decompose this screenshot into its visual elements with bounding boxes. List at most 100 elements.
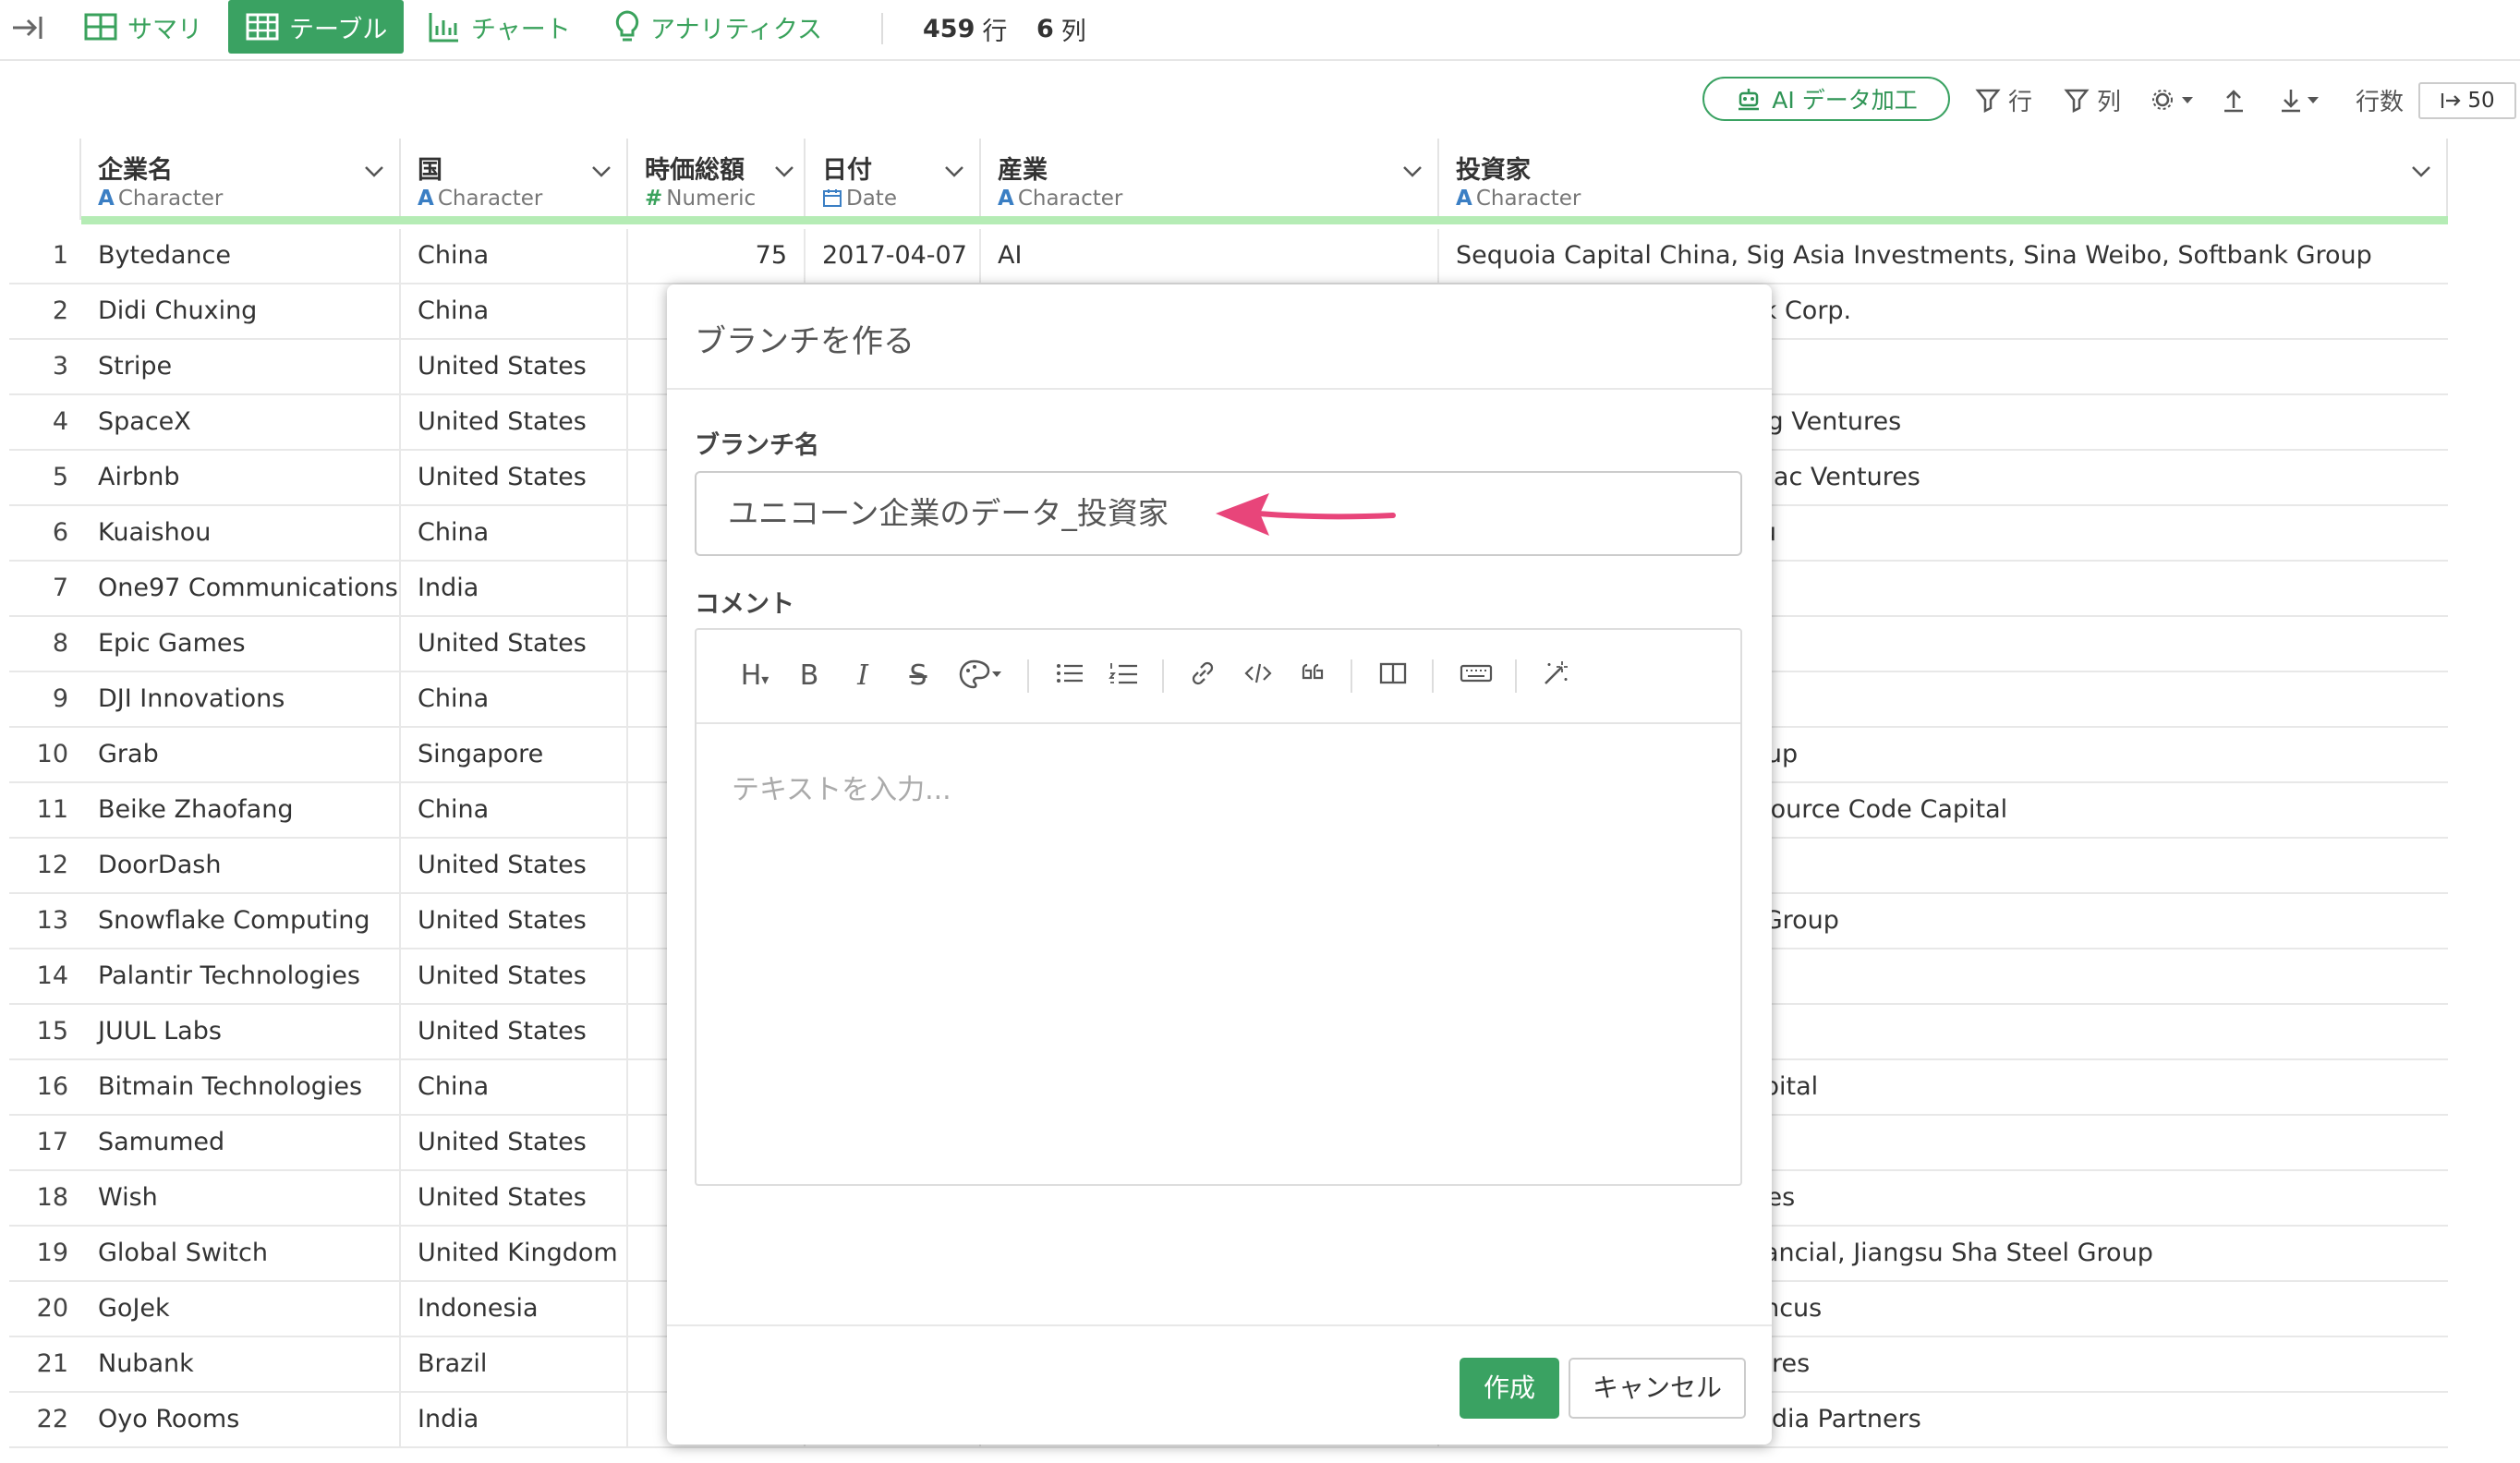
company-cell[interactable]: Samumed	[81, 1116, 401, 1169]
country-cell[interactable]: United States	[401, 1171, 628, 1225]
lightbulb-icon	[613, 9, 641, 44]
rows-per-page-input[interactable]: 50	[2418, 82, 2516, 119]
column-header-industry[interactable]: 産業 A Character	[981, 139, 1439, 220]
filter-col-button[interactable]: 列	[2064, 79, 2121, 120]
table-row[interactable]: 1 Bytedance China 75 2017-04-07 AI Sequoia Cap…	[9, 229, 2448, 284]
heading-dropdown-icon[interactable]: H▾	[732, 658, 778, 695]
country-cell[interactable]: United States	[401, 340, 628, 393]
country-cell[interactable]: United States	[401, 451, 628, 504]
company-cell[interactable]: One97 Communications	[81, 562, 401, 615]
download-dropdown-button[interactable]	[2278, 79, 2324, 120]
tab-chart[interactable]: チャート	[427, 0, 571, 54]
country-cell[interactable]: United States	[401, 617, 628, 671]
color-palette-icon[interactable]	[955, 658, 1007, 695]
chevron-down-icon[interactable]	[772, 159, 796, 183]
country-cell[interactable]: China	[401, 1060, 628, 1114]
country-cell[interactable]: United States	[401, 894, 628, 948]
collapse-sidebar-icon[interactable]	[7, 9, 48, 50]
industry-cell[interactable]: AI	[981, 229, 1439, 283]
bar-chart-icon	[427, 9, 462, 44]
numbered-list-icon[interactable]	[1105, 658, 1142, 695]
country-cell[interactable]: China	[401, 506, 628, 560]
chevron-down-icon[interactable]	[942, 159, 966, 183]
investors-cell[interactable]: Sequoia Capital China, Sig Asia Investme…	[1439, 229, 2448, 283]
country-cell[interactable]: United States	[401, 395, 628, 449]
quote-icon[interactable]	[1295, 658, 1332, 695]
robot-icon	[1739, 89, 1760, 111]
calendar-icon	[823, 189, 842, 207]
company-cell[interactable]: Nubank	[81, 1337, 401, 1391]
row-count-unit: 行	[982, 17, 1008, 46]
company-cell[interactable]: Stripe	[81, 340, 401, 393]
company-cell[interactable]: Wish	[81, 1171, 401, 1225]
chevron-down-icon[interactable]	[1400, 159, 1424, 183]
filter-row-button[interactable]: 行	[1975, 79, 2032, 120]
market-cap-cell[interactable]: 75	[628, 229, 806, 283]
country-cell[interactable]: India	[401, 1393, 628, 1446]
keyboard-icon[interactable]	[1456, 658, 1496, 695]
italic-icon[interactable]: I	[846, 658, 879, 695]
date-cell[interactable]: 2017-04-07	[806, 229, 981, 283]
chevron-down-icon[interactable]	[362, 159, 386, 183]
tab-table[interactable]: テーブル	[228, 0, 405, 54]
company-cell[interactable]: Airbnb	[81, 451, 401, 504]
company-cell[interactable]: Epic Games	[81, 617, 401, 671]
company-cell[interactable]: Bytedance	[81, 229, 401, 283]
column-header-country[interactable]: 国 A Character	[401, 139, 628, 220]
company-cell[interactable]: Oyo Rooms	[81, 1393, 401, 1446]
bullet-list-icon[interactable]	[1051, 658, 1088, 695]
country-cell[interactable]: United Kingdom	[401, 1227, 628, 1280]
code-icon[interactable]	[1240, 658, 1277, 695]
create-branch-dialog: ブランチを作る ブランチ名 ユニコーン企業のデータ_投資家 コメント H▾ B …	[667, 284, 1772, 1445]
company-cell[interactable]: Global Switch	[81, 1227, 401, 1280]
country-cell[interactable]: Indonesia	[401, 1282, 628, 1336]
column-header-date[interactable]: 日付 Date	[806, 139, 981, 220]
cancel-button[interactable]: キャンセル	[1569, 1358, 1746, 1419]
link-icon[interactable]	[1184, 658, 1221, 695]
bold-icon[interactable]: B	[793, 658, 826, 695]
company-cell[interactable]: DoorDash	[81, 839, 401, 892]
column-header-investors[interactable]: 投資家 A Character	[1439, 139, 2448, 220]
country-cell[interactable]: United States	[401, 949, 628, 1003]
settings-dropdown-button[interactable]	[2150, 79, 2199, 120]
company-cell[interactable]: SpaceX	[81, 395, 401, 449]
country-cell[interactable]: Brazil	[401, 1337, 628, 1391]
chevron-down-icon[interactable]	[2409, 159, 2433, 183]
country-cell[interactable]: Singapore	[401, 728, 628, 781]
country-cell[interactable]: India	[401, 562, 628, 615]
country-cell[interactable]: United States	[401, 1005, 628, 1058]
tab-summary[interactable]: サマリ	[83, 0, 202, 54]
column-header-company[interactable]: 企業名 A Character	[81, 139, 401, 220]
comment-editor: H▾ B I S テキストを入力...	[695, 628, 1742, 1186]
ai-data-processing-button[interactable]: AI データ加工	[1702, 77, 1950, 121]
company-cell[interactable]: Beike Zhaofang	[81, 783, 401, 837]
column-header-market-cap[interactable]: 時価総額 # Numeric	[628, 139, 806, 220]
magic-wand-icon[interactable]	[1537, 658, 1574, 695]
country-cell[interactable]: China	[401, 284, 628, 338]
chevron-down-icon[interactable]	[589, 159, 613, 183]
comment-textarea[interactable]: テキストを入力...	[732, 767, 951, 807]
company-cell[interactable]: Bitmain Technologies	[81, 1060, 401, 1114]
tab-chart-label: チャート	[471, 15, 571, 44]
company-cell[interactable]: JUUL Labs	[81, 1005, 401, 1058]
create-button[interactable]: 作成	[1460, 1358, 1559, 1419]
tab-summary-label: サマリ	[127, 15, 202, 44]
strikethrough-icon[interactable]: S	[902, 658, 935, 695]
company-cell[interactable]: GoJek	[81, 1282, 401, 1336]
company-cell[interactable]: DJI Innovations	[81, 672, 401, 726]
company-cell[interactable]: Grab	[81, 728, 401, 781]
country-cell[interactable]: China	[401, 783, 628, 837]
company-cell[interactable]: Palantir Technologies	[81, 949, 401, 1003]
index-header	[9, 139, 81, 220]
country-cell[interactable]: United States	[401, 839, 628, 892]
tab-analytics[interactable]: アナリティクス	[613, 0, 822, 54]
filter-row-label: 行	[2008, 88, 2033, 116]
country-cell[interactable]: China	[401, 672, 628, 726]
company-cell[interactable]: Kuaishou	[81, 506, 401, 560]
country-cell[interactable]: China	[401, 229, 628, 283]
side-by-side-icon[interactable]	[1375, 658, 1411, 695]
country-cell[interactable]: United States	[401, 1116, 628, 1169]
upload-button[interactable]	[2221, 79, 2247, 120]
company-cell[interactable]: Snowflake Computing	[81, 894, 401, 948]
company-cell[interactable]: Didi Chuxing	[81, 284, 401, 338]
